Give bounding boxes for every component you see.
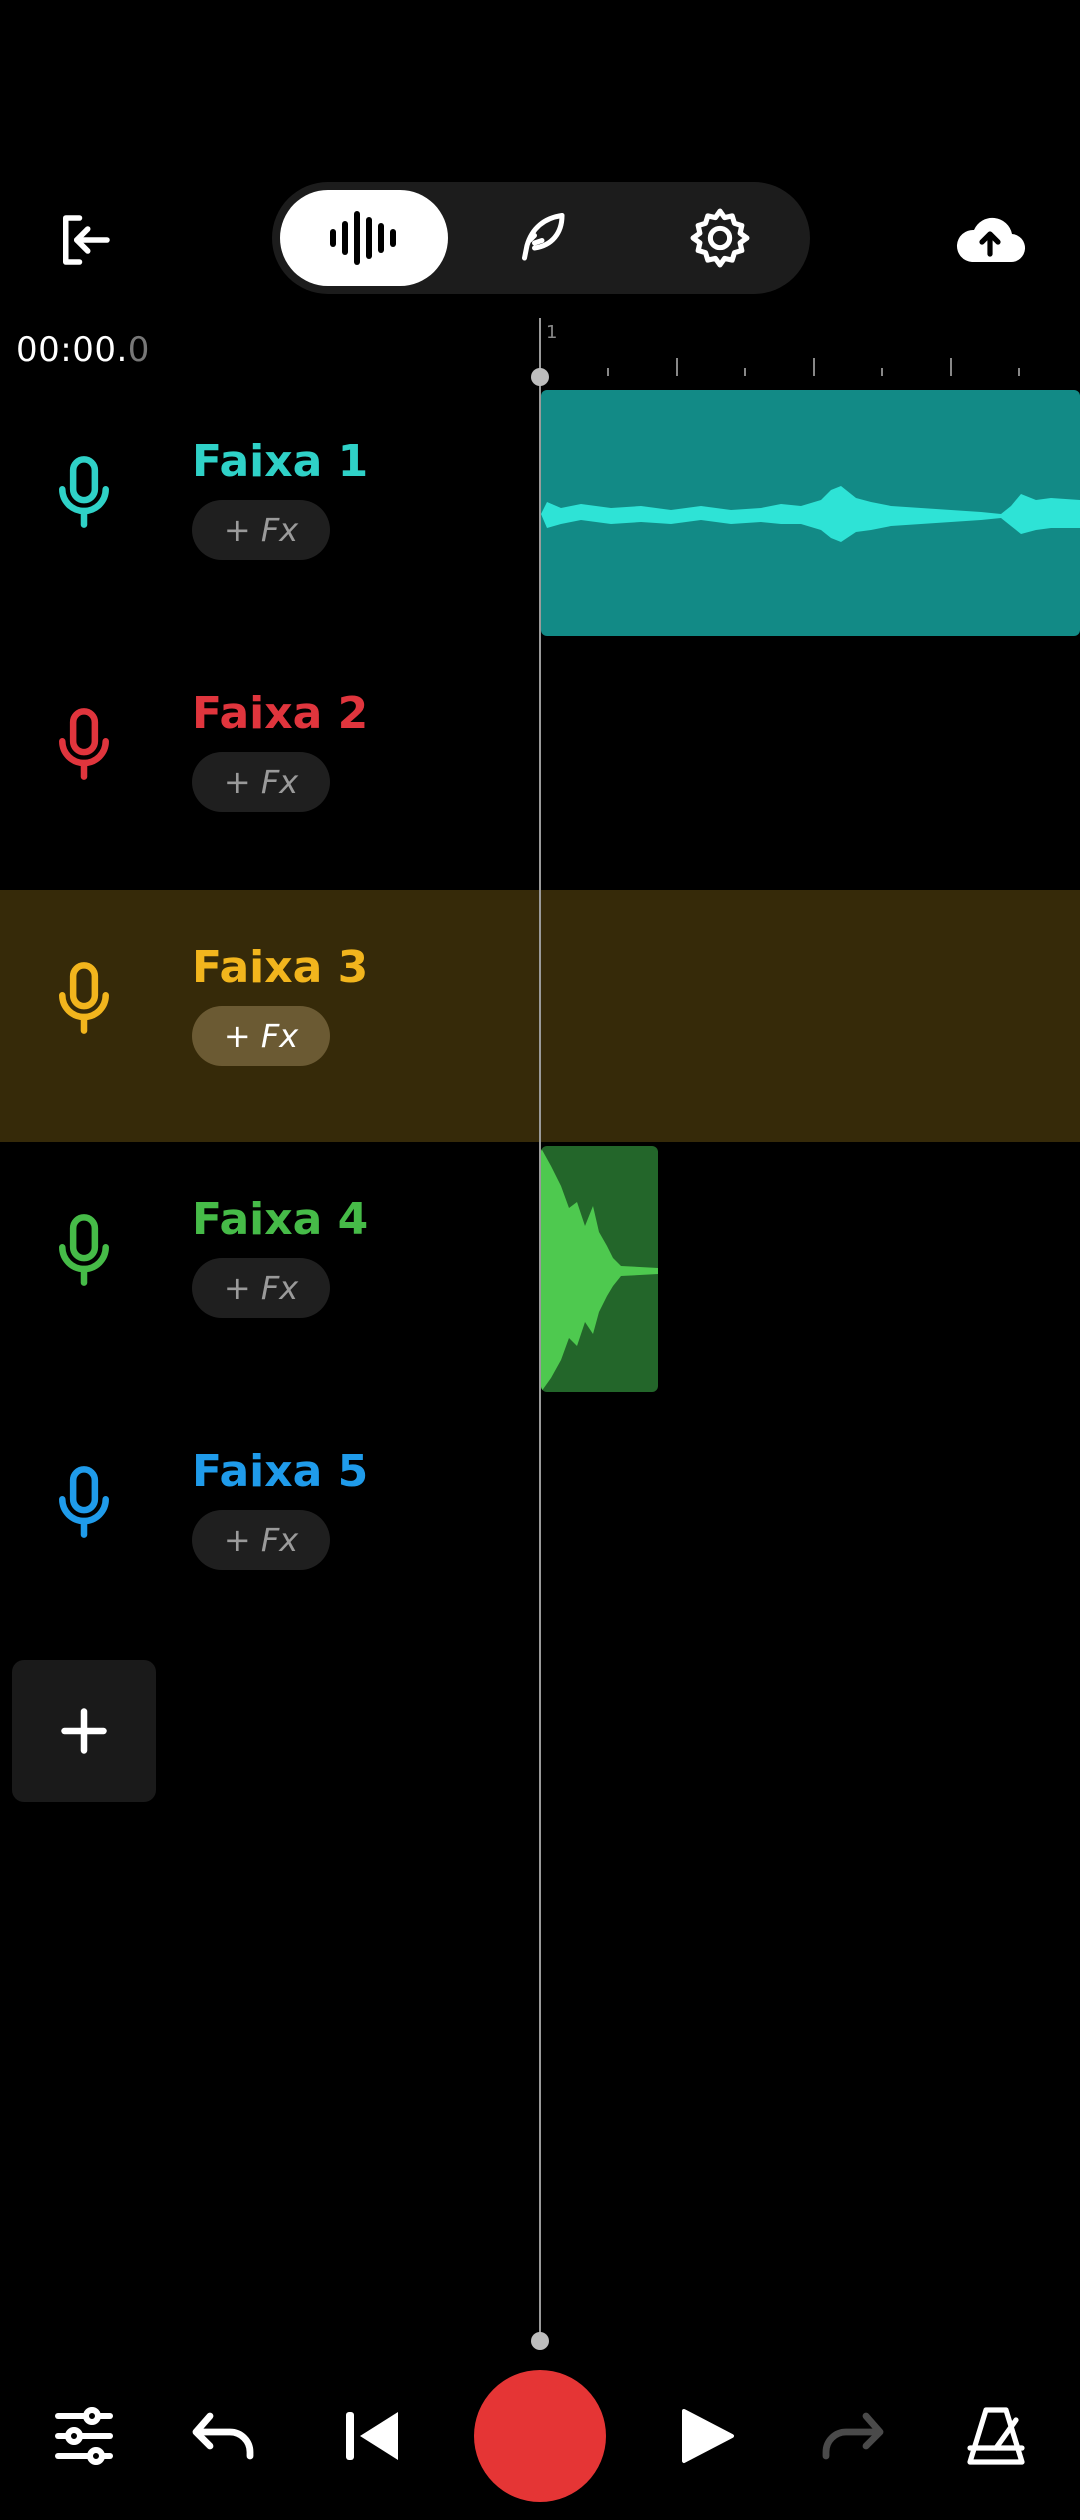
undo-icon: [192, 2412, 254, 2460]
plus-icon: [61, 1708, 107, 1754]
add-track-button[interactable]: [12, 1660, 156, 1802]
track-name[interactable]: Faixa 1: [192, 436, 368, 487]
metronome-icon: [967, 2407, 1025, 2465]
skip-to-start-button[interactable]: [322, 2386, 422, 2486]
waveform-icon: [330, 211, 396, 265]
track-name[interactable]: Faixa 4: [192, 1194, 368, 1245]
track-name[interactable]: Faixa 2: [192, 688, 368, 739]
metronome-button[interactable]: [946, 2386, 1046, 2486]
exit-button[interactable]: [40, 200, 130, 280]
playhead-handle-top[interactable]: [531, 368, 549, 386]
microphone-icon[interactable]: [56, 1464, 112, 1540]
microphone-icon[interactable]: [56, 706, 112, 782]
redo-icon: [822, 2412, 884, 2460]
microphone-icon[interactable]: [56, 454, 112, 530]
gear-icon: [690, 208, 750, 268]
exit-icon: [63, 215, 110, 265]
play-button[interactable]: [656, 2386, 756, 2486]
skip-to-start-icon: [346, 2412, 398, 2460]
tab-settings[interactable]: [636, 190, 804, 286]
time-display: 00:00.0: [16, 330, 150, 370]
add-fx-button[interactable]: + Fx: [192, 1510, 330, 1570]
clip-waveform: [541, 486, 1080, 542]
time-main: 00:00.: [16, 330, 128, 370]
clip-waveform: [541, 1148, 658, 1392]
feather-icon: [522, 213, 565, 261]
microphone-icon[interactable]: [56, 1212, 112, 1288]
audio-clip[interactable]: [541, 390, 1080, 636]
track-name[interactable]: Faixa 5: [192, 1446, 368, 1497]
track-name[interactable]: Faixa 3: [192, 942, 368, 993]
add-fx-button[interactable]: + Fx: [192, 1258, 330, 1318]
cloud-upload-icon: [956, 217, 1026, 263]
add-fx-button[interactable]: + Fx: [192, 500, 330, 560]
add-fx-button[interactable]: + Fx: [192, 1006, 330, 1066]
view-mode-switcher: [272, 182, 810, 294]
redo-button[interactable]: [800, 2386, 900, 2486]
undo-button[interactable]: [176, 2386, 276, 2486]
record-button[interactable]: [474, 2370, 606, 2502]
play-icon: [682, 2409, 734, 2463]
mixer-sliders-icon: [55, 2407, 113, 2465]
timeline-ruler[interactable]: 1: [540, 318, 1080, 378]
tab-tracks[interactable]: [280, 190, 448, 286]
audio-clip[interactable]: [541, 1146, 658, 1392]
upload-button[interactable]: [940, 200, 1040, 280]
playhead-handle-bottom[interactable]: [531, 2332, 549, 2350]
mixer-button[interactable]: [34, 2386, 134, 2486]
playhead[interactable]: [539, 318, 541, 2342]
microphone-icon[interactable]: [56, 960, 112, 1036]
time-fraction: 0: [127, 330, 150, 370]
add-fx-button[interactable]: + Fx: [192, 752, 330, 812]
tab-lyrics[interactable]: [458, 190, 626, 286]
